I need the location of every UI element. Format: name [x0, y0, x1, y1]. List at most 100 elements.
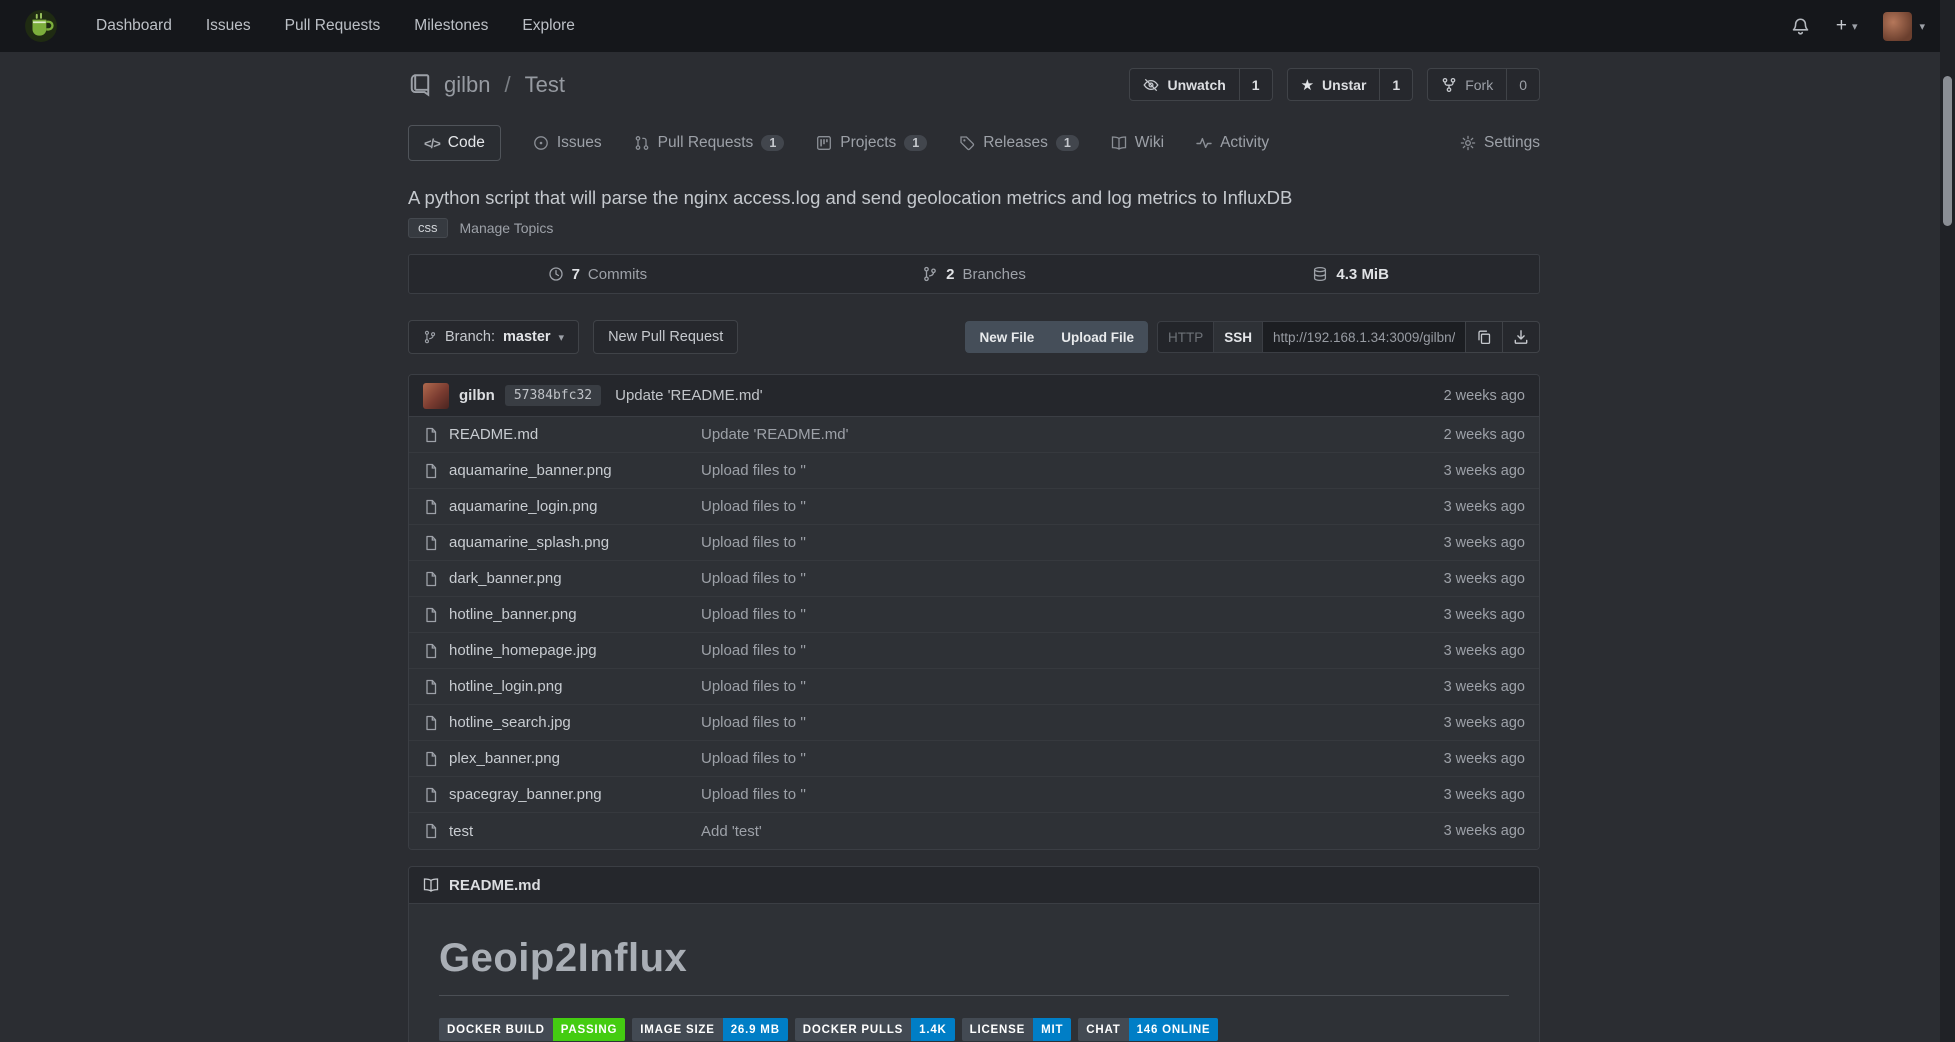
badge-chat[interactable]: CHAT146 ONLINE: [1078, 1018, 1218, 1041]
commit-author-avatar[interactable]: [423, 383, 449, 409]
download-archive-button[interactable]: [1502, 321, 1540, 353]
scrollbar-thumb[interactable]: [1943, 76, 1952, 226]
repo-name-link[interactable]: Test: [525, 72, 565, 98]
file-commit-message[interactable]: Upload files to '': [701, 786, 1405, 803]
toolbar-right: New File Upload File HTTP SSH: [966, 321, 1540, 353]
readme-section: README.md Geoip2Influx DOCKER BUILDPASSI…: [408, 866, 1540, 1042]
unwatch-button[interactable]: Unwatch: [1129, 68, 1239, 101]
file-link[interactable]: hotline_search.jpg: [449, 714, 571, 731]
stat-branches[interactable]: 2Branches: [786, 255, 1163, 293]
repo-title-separator: /: [502, 72, 512, 98]
tab-settings[interactable]: Settings: [1460, 134, 1540, 152]
nav-milestones[interactable]: Milestones: [414, 17, 488, 35]
branch-icon: [423, 330, 437, 344]
chevron-down-icon: ▾: [1919, 20, 1925, 33]
file-link[interactable]: hotline_homepage.jpg: [449, 642, 597, 659]
create-new-menu[interactable]: + ▾: [1836, 15, 1858, 37]
unstar-button[interactable]: ★ Unstar: [1287, 68, 1381, 101]
manage-topics-link[interactable]: Manage Topics: [460, 220, 554, 236]
badge-license[interactable]: LICENSEMIT: [962, 1018, 1072, 1041]
nav-pull-requests[interactable]: Pull Requests: [285, 17, 381, 35]
file-commit-message[interactable]: Upload files to '': [701, 714, 1405, 731]
branch-dropdown[interactable]: Branch: master ▾: [408, 320, 579, 354]
code-icon: </>: [424, 136, 440, 151]
new-pull-request-button[interactable]: New Pull Request: [593, 320, 738, 354]
readme-body: Geoip2Influx DOCKER BUILDPASSING IMAGE S…: [408, 904, 1540, 1042]
tab-wiki[interactable]: Wiki: [1111, 134, 1164, 152]
file-commit-message[interactable]: Upload files to '': [701, 498, 1405, 515]
upload-file-button[interactable]: Upload File: [1047, 321, 1148, 353]
badge-docker-pulls[interactable]: DOCKER PULLS1.4K: [795, 1018, 955, 1041]
file-link[interactable]: hotline_banner.png: [449, 606, 577, 623]
nav-issues[interactable]: Issues: [206, 17, 251, 35]
eye-slash-icon: [1143, 77, 1159, 93]
file-row: dark_banner.png Upload files to '' 3 wee…: [409, 561, 1539, 597]
tab-issues[interactable]: Issues: [533, 134, 602, 152]
file-link[interactable]: README.md: [449, 426, 538, 443]
notifications-button[interactable]: [1791, 17, 1810, 36]
new-file-button[interactable]: New File: [965, 321, 1048, 353]
file-commit-message[interactable]: Update 'README.md': [701, 426, 1405, 443]
projects-count-badge: 1: [904, 135, 927, 151]
star-count[interactable]: 1: [1379, 68, 1413, 101]
clone-group: HTTP SSH: [1158, 321, 1540, 353]
clone-ssh-toggle[interactable]: SSH: [1213, 321, 1263, 353]
file-commit-message[interactable]: Upload files to '': [701, 606, 1405, 623]
file-icon: [423, 751, 439, 767]
file-commit-message[interactable]: Upload files to '': [701, 642, 1405, 659]
file-row: aquamarine_splash.png Upload files to ''…: [409, 525, 1539, 561]
file-link[interactable]: plex_banner.png: [449, 750, 560, 767]
badge-row: DOCKER BUILDPASSING IMAGE SIZE26.9 MB DO…: [439, 1018, 1509, 1041]
nav-explore[interactable]: Explore: [522, 17, 575, 35]
commit-message-link[interactable]: Update 'README.md': [615, 387, 762, 404]
file-commit-message[interactable]: Upload files to '': [701, 750, 1405, 767]
tag-icon: [959, 135, 975, 151]
fork-count[interactable]: 0: [1506, 68, 1540, 101]
file-link[interactable]: aquamarine_login.png: [449, 498, 597, 515]
watch-count[interactable]: 1: [1239, 68, 1273, 101]
clone-url-input[interactable]: [1262, 321, 1466, 353]
file-commit-message[interactable]: Upload files to '': [701, 678, 1405, 695]
file-commit-message[interactable]: Upload files to '': [701, 462, 1405, 479]
readme-header: README.md: [408, 866, 1540, 904]
commit-time: 2 weeks ago: [1444, 388, 1525, 404]
badge-image-size[interactable]: IMAGE SIZE26.9 MB: [632, 1018, 788, 1041]
file-commit-time: 2 weeks ago: [1405, 427, 1525, 443]
tab-code[interactable]: </> Code: [408, 125, 501, 161]
pull-requests-count-badge: 1: [761, 135, 784, 151]
latest-commit-row: gilbn 57384bfc32 Update 'README.md' 2 we…: [409, 375, 1539, 417]
stat-commits[interactable]: 7Commits: [409, 255, 786, 293]
fork-button[interactable]: Fork: [1427, 68, 1507, 101]
file-link[interactable]: dark_banner.png: [449, 570, 562, 587]
file-icon: [423, 643, 439, 659]
file-icon: [423, 499, 439, 515]
file-commit-message[interactable]: Add 'test': [701, 823, 1405, 840]
user-menu[interactable]: ▾: [1883, 12, 1925, 41]
gitea-logo[interactable]: [24, 9, 58, 43]
file-commit-time: 3 weeks ago: [1405, 715, 1525, 731]
file-link[interactable]: hotline_login.png: [449, 678, 562, 695]
file-icon: [423, 823, 439, 839]
commit-sha-link[interactable]: 57384bfc32: [505, 385, 601, 406]
repo-owner-link[interactable]: gilbn: [444, 72, 490, 98]
clone-http-toggle[interactable]: HTTP: [1157, 321, 1214, 353]
tab-projects[interactable]: Projects 1: [816, 134, 927, 152]
file-row: test Add 'test' 3 weeks ago: [409, 813, 1539, 849]
tab-activity[interactable]: Activity: [1196, 134, 1269, 152]
file-link[interactable]: test: [449, 823, 473, 840]
file-link[interactable]: spacegray_banner.png: [449, 786, 602, 803]
copy-clone-url-button[interactable]: [1465, 321, 1503, 353]
file-icon: [423, 427, 439, 443]
page-scrollbar[interactable]: [1940, 0, 1955, 1042]
badge-docker-build[interactable]: DOCKER BUILDPASSING: [439, 1018, 625, 1041]
tab-pull-requests[interactable]: Pull Requests 1: [634, 134, 785, 152]
nav-dashboard[interactable]: Dashboard: [96, 17, 172, 35]
file-link[interactable]: aquamarine_banner.png: [449, 462, 612, 479]
commit-author-link[interactable]: gilbn: [459, 387, 495, 404]
file-commit-message[interactable]: Upload files to '': [701, 570, 1405, 587]
file-link[interactable]: aquamarine_splash.png: [449, 534, 609, 551]
watch-group: Unwatch 1: [1129, 68, 1272, 101]
topic-css[interactable]: css: [408, 218, 448, 238]
file-commit-message[interactable]: Upload files to '': [701, 534, 1405, 551]
tab-releases[interactable]: Releases 1: [959, 134, 1079, 152]
